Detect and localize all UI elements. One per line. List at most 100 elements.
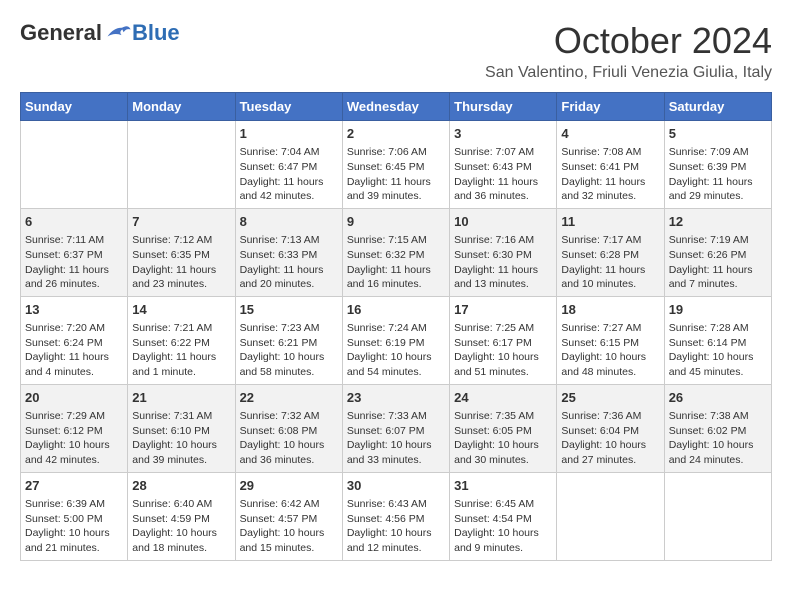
calendar-cell: 29 Sunrise: 6:42 AM Sunset: 4:57 PM Dayli… bbox=[235, 472, 342, 560]
day-info: Sunrise: 7:29 AM Sunset: 6:12 PM Dayligh… bbox=[25, 409, 123, 468]
calendar-cell: 7 Sunrise: 7:12 AM Sunset: 6:35 PM Daylig… bbox=[128, 208, 235, 296]
day-info: Sunrise: 7:19 AM Sunset: 6:26 PM Dayligh… bbox=[669, 233, 767, 292]
day-info: Sunrise: 7:20 AM Sunset: 6:24 PM Dayligh… bbox=[25, 321, 123, 380]
calendar-cell: 8Sunrise: 7:13 AM Sunset: 6:33 PM Daylig… bbox=[235, 208, 342, 296]
day-number: 2 bbox=[347, 125, 445, 143]
day-number: 17 bbox=[454, 301, 552, 319]
day-info: Sunrise: 7:16 AM Sunset: 6:30 PM Dayligh… bbox=[454, 233, 552, 292]
day-number: 6 bbox=[25, 213, 123, 231]
day-number: 3 bbox=[454, 125, 552, 143]
calendar-cell: 26Sunrise: 7:38 AM Sunset: 6:02 PM Dayli… bbox=[664, 384, 771, 472]
calendar-week-3: 13 Sunrise: 7:20 AM Sunset: 6:24 PM Dayli… bbox=[21, 296, 772, 384]
calendar-cell: 17 Sunrise: 7:25 AM Sunset: 6:17 PM Dayli… bbox=[450, 296, 557, 384]
calendar-week-5: 27 Sunrise: 6:39 AM Sunset: 5:00 PM Dayli… bbox=[21, 472, 772, 560]
day-info: Sunrise: 7:04 AM Sunset: 6:47 PM Dayligh… bbox=[240, 145, 338, 204]
day-number: 25 bbox=[561, 389, 659, 407]
day-info: Sunrise: 7:35 AM Sunset: 6:05 PM Dayligh… bbox=[454, 409, 552, 468]
calendar-header-row: SundayMondayTuesdayWednesdayThursdayFrid… bbox=[21, 93, 772, 121]
day-info: Sunrise: 7:28 AM Sunset: 6:14 PM Dayligh… bbox=[669, 321, 767, 380]
calendar-cell: 13 Sunrise: 7:20 AM Sunset: 6:24 PM Dayli… bbox=[21, 296, 128, 384]
day-header-friday: Friday bbox=[557, 93, 664, 121]
calendar-cell: 24 Sunrise: 7:35 AM Sunset: 6:05 PM Dayli… bbox=[450, 384, 557, 472]
day-info: Sunrise: 7:24 AM Sunset: 6:19 PM Dayligh… bbox=[347, 321, 445, 380]
day-number: 30 bbox=[347, 477, 445, 495]
day-info: Sunrise: 7:08 AM Sunset: 6:41 PM Dayligh… bbox=[561, 145, 659, 204]
month-title: October 2024 bbox=[485, 20, 772, 62]
logo-bird-icon bbox=[104, 22, 132, 44]
day-number: 29 bbox=[240, 477, 338, 495]
day-info: Sunrise: 6:40 AM Sunset: 4:59 PM Dayligh… bbox=[132, 497, 230, 556]
day-header-tuesday: Tuesday bbox=[235, 93, 342, 121]
day-number: 21 bbox=[132, 389, 230, 407]
day-number: 24 bbox=[454, 389, 552, 407]
day-info: Sunrise: 7:12 AM Sunset: 6:35 PM Dayligh… bbox=[132, 233, 230, 292]
calendar-cell: 25 Sunrise: 7:36 AM Sunset: 6:04 PM Dayli… bbox=[557, 384, 664, 472]
calendar-cell: 23 Sunrise: 7:33 AM Sunset: 6:07 PM Dayli… bbox=[342, 384, 449, 472]
calendar-cell bbox=[128, 121, 235, 209]
day-number: 15 bbox=[240, 301, 338, 319]
day-number: 19 bbox=[669, 301, 767, 319]
calendar-week-1: 1 Sunrise: 7:04 AM Sunset: 6:47 PM Daylig… bbox=[21, 121, 772, 209]
day-number: 31 bbox=[454, 477, 552, 495]
day-info: Sunrise: 7:06 AM Sunset: 6:45 PM Dayligh… bbox=[347, 145, 445, 204]
day-header-sunday: Sunday bbox=[21, 93, 128, 121]
calendar-cell: 16 Sunrise: 7:24 AM Sunset: 6:19 PM Dayli… bbox=[342, 296, 449, 384]
day-info: Sunrise: 7:09 AM Sunset: 6:39 PM Dayligh… bbox=[669, 145, 767, 204]
calendar-cell: 10 Sunrise: 7:16 AM Sunset: 6:30 PM Dayli… bbox=[450, 208, 557, 296]
day-number: 10 bbox=[454, 213, 552, 231]
calendar-cell: 27 Sunrise: 6:39 AM Sunset: 5:00 PM Dayli… bbox=[21, 472, 128, 560]
calendar-cell: 20 Sunrise: 7:29 AM Sunset: 6:12 PM Dayli… bbox=[21, 384, 128, 472]
calendar-cell: 21 Sunrise: 7:31 AM Sunset: 6:10 PM Dayli… bbox=[128, 384, 235, 472]
calendar-cell bbox=[664, 472, 771, 560]
day-number: 12 bbox=[669, 213, 767, 231]
calendar-table: SundayMondayTuesdayWednesdayThursdayFrid… bbox=[20, 92, 772, 561]
day-header-saturday: Saturday bbox=[664, 93, 771, 121]
day-number: 13 bbox=[25, 301, 123, 319]
calendar-week-2: 6 Sunrise: 7:11 AM Sunset: 6:37 PM Daylig… bbox=[21, 208, 772, 296]
day-info: Sunrise: 7:07 AM Sunset: 6:43 PM Dayligh… bbox=[454, 145, 552, 204]
day-number: 11 bbox=[561, 213, 659, 231]
calendar-cell: 28 Sunrise: 6:40 AM Sunset: 4:59 PM Dayli… bbox=[128, 472, 235, 560]
day-number: 20 bbox=[25, 389, 123, 407]
day-header-wednesday: Wednesday bbox=[342, 93, 449, 121]
day-info: Sunrise: 7:33 AM Sunset: 6:07 PM Dayligh… bbox=[347, 409, 445, 468]
day-number: 22 bbox=[240, 389, 338, 407]
day-header-thursday: Thursday bbox=[450, 93, 557, 121]
day-number: 4 bbox=[561, 125, 659, 143]
logo-blue: Blue bbox=[132, 20, 180, 46]
day-info: Sunrise: 7:13 AM Sunset: 6:33 PM Dayligh… bbox=[240, 233, 338, 292]
day-info: Sunrise: 7:25 AM Sunset: 6:17 PM Dayligh… bbox=[454, 321, 552, 380]
calendar-cell: 2 Sunrise: 7:06 AM Sunset: 6:45 PM Daylig… bbox=[342, 121, 449, 209]
calendar-body: 1 Sunrise: 7:04 AM Sunset: 6:47 PM Daylig… bbox=[21, 121, 772, 561]
day-number: 23 bbox=[347, 389, 445, 407]
calendar-cell: 19 Sunrise: 7:28 AM Sunset: 6:14 PM Dayli… bbox=[664, 296, 771, 384]
calendar-cell: 1 Sunrise: 7:04 AM Sunset: 6:47 PM Daylig… bbox=[235, 121, 342, 209]
day-info: Sunrise: 6:39 AM Sunset: 5:00 PM Dayligh… bbox=[25, 497, 123, 556]
day-info: Sunrise: 7:32 AM Sunset: 6:08 PM Dayligh… bbox=[240, 409, 338, 468]
day-info: Sunrise: 7:31 AM Sunset: 6:10 PM Dayligh… bbox=[132, 409, 230, 468]
page-header: General Blue October 2024 San Valentino,… bbox=[20, 20, 772, 82]
day-info: Sunrise: 6:42 AM Sunset: 4:57 PM Dayligh… bbox=[240, 497, 338, 556]
day-number: 16 bbox=[347, 301, 445, 319]
calendar-cell: 4 Sunrise: 7:08 AM Sunset: 6:41 PM Daylig… bbox=[557, 121, 664, 209]
day-info: Sunrise: 7:36 AM Sunset: 6:04 PM Dayligh… bbox=[561, 409, 659, 468]
day-number: 7 bbox=[132, 213, 230, 231]
calendar-cell: 22 Sunrise: 7:32 AM Sunset: 6:08 PM Dayli… bbox=[235, 384, 342, 472]
day-number: 27 bbox=[25, 477, 123, 495]
day-info: Sunrise: 7:11 AM Sunset: 6:37 PM Dayligh… bbox=[25, 233, 123, 292]
calendar-cell bbox=[557, 472, 664, 560]
day-number: 28 bbox=[132, 477, 230, 495]
day-info: Sunrise: 7:27 AM Sunset: 6:15 PM Dayligh… bbox=[561, 321, 659, 380]
day-number: 14 bbox=[132, 301, 230, 319]
calendar-cell: 30Sunrise: 6:43 AM Sunset: 4:56 PM Dayli… bbox=[342, 472, 449, 560]
location-subtitle: San Valentino, Friuli Venezia Giulia, It… bbox=[485, 64, 772, 82]
day-header-monday: Monday bbox=[128, 93, 235, 121]
calendar-cell: 14 Sunrise: 7:21 AM Sunset: 6:22 PM Dayli… bbox=[128, 296, 235, 384]
day-number: 1 bbox=[240, 125, 338, 143]
calendar-cell: 6 Sunrise: 7:11 AM Sunset: 6:37 PM Daylig… bbox=[21, 208, 128, 296]
day-info: Sunrise: 7:21 AM Sunset: 6:22 PM Dayligh… bbox=[132, 321, 230, 380]
calendar-cell bbox=[21, 121, 128, 209]
calendar-cell: 15Sunrise: 7:23 AM Sunset: 6:21 PM Dayli… bbox=[235, 296, 342, 384]
day-info: Sunrise: 7:38 AM Sunset: 6:02 PM Dayligh… bbox=[669, 409, 767, 468]
calendar-cell: 9Sunrise: 7:15 AM Sunset: 6:32 PM Daylig… bbox=[342, 208, 449, 296]
